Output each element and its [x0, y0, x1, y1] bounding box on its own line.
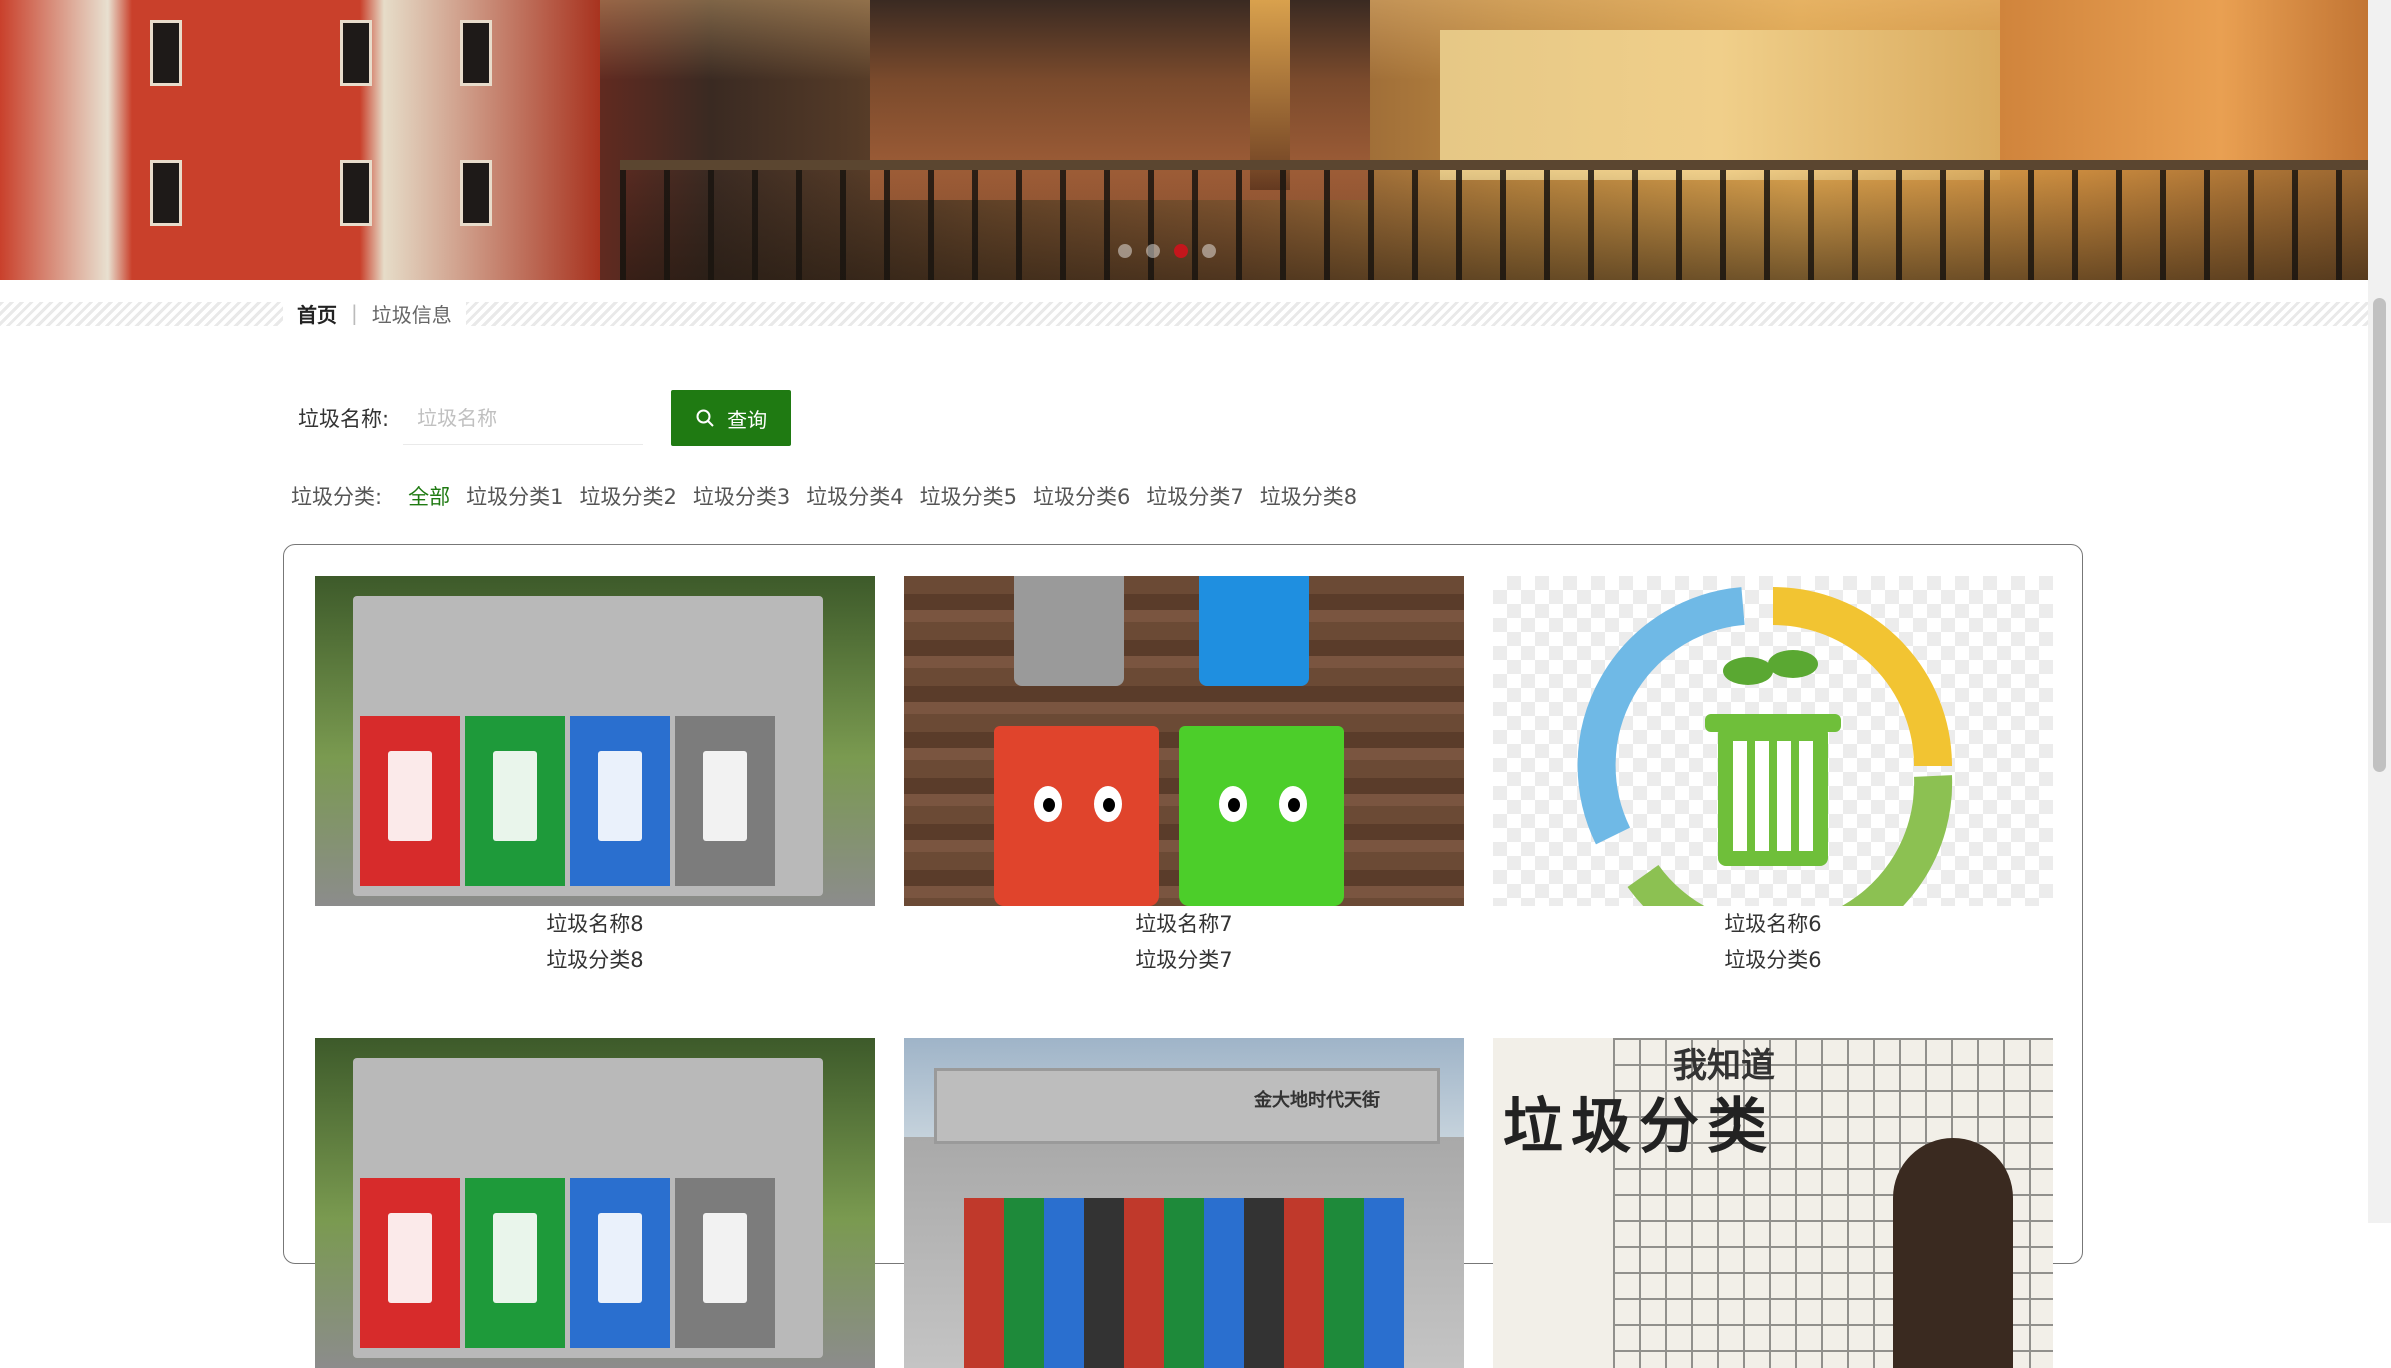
item-image — [904, 576, 1464, 906]
gray-bin — [1014, 576, 1124, 686]
item-category: 垃圾分类7 — [1135, 948, 1233, 972]
item-card[interactable] — [315, 1038, 875, 1368]
item-card[interactable]: 垃圾分类 我知道 — [1493, 1038, 2053, 1368]
category-filter-label: 垃圾分类: — [291, 485, 383, 509]
item-card[interactable]: 垃圾名称6 垃圾分类6 — [1493, 576, 2053, 978]
category-1[interactable]: 垃圾分类1 — [466, 481, 563, 511]
item-card[interactable]: 金大地时代天街 — [904, 1038, 1464, 1368]
gray-bin — [675, 716, 775, 886]
blue-bin — [570, 716, 670, 886]
hero-banner — [0, 0, 2368, 280]
carousel-dot[interactable] — [1146, 244, 1160, 258]
red-bin — [994, 726, 1159, 906]
red-bin — [360, 716, 460, 886]
breadcrumb: 首页 | 垃圾信息 — [283, 293, 466, 333]
banner-window — [340, 160, 372, 226]
search-button[interactable]: 查询 — [671, 390, 792, 446]
carousel-dot[interactable] — [1118, 244, 1132, 258]
item-card[interactable]: 垃圾名称8 垃圾分类8 — [315, 576, 875, 978]
red-bin — [360, 1178, 460, 1348]
item-name: 垃圾名称8 — [546, 912, 644, 936]
carousel-dots — [1118, 244, 1216, 258]
search-icon — [695, 408, 715, 428]
board-title: 垃圾分类 — [1503, 1092, 1775, 1162]
banner-building-far-right — [2000, 0, 2368, 170]
banner-building-left — [0, 0, 600, 280]
item-image — [1493, 576, 2053, 906]
category-5[interactable]: 垃圾分类5 — [920, 481, 1017, 511]
search-button-label: 查询 — [727, 407, 768, 432]
blue-bin — [570, 1178, 670, 1348]
item-image — [315, 1038, 875, 1368]
banner-window — [340, 20, 372, 86]
banner-window — [460, 20, 492, 86]
search-input[interactable] — [403, 391, 644, 445]
banner-bridge-railing — [620, 160, 2368, 280]
green-bin — [465, 716, 565, 886]
breadcrumb-current: 垃圾信息 — [371, 302, 452, 327]
breadcrumb-separator: | — [351, 301, 358, 325]
category-all[interactable]: 全部 — [408, 481, 450, 511]
banner-building-right — [1440, 30, 2000, 180]
item-grid: 垃圾名称8 垃圾分类8 垃圾名称7 垃圾分类7 垃圾名称6 垃圾分类6 金大地时… — [283, 544, 2083, 1368]
breadcrumb-home-link[interactable]: 首页 — [297, 299, 337, 328]
item-image: 金大地时代天街 — [904, 1038, 1464, 1368]
category-6[interactable]: 垃圾分类6 — [1033, 481, 1130, 511]
page-scrollbar[interactable] — [2368, 0, 2391, 1223]
recycle-bin-icon — [1577, 587, 1953, 906]
item-image: 垃圾分类 我知道 — [1493, 1038, 2053, 1368]
category-7[interactable]: 垃圾分类7 — [1146, 481, 1243, 511]
search-row: 垃圾名称: 查询 — [298, 390, 792, 446]
item-category: 垃圾分类8 — [546, 948, 644, 972]
green-bin — [1179, 726, 1344, 906]
category-4[interactable]: 垃圾分类4 — [806, 481, 903, 511]
scrollbar-thumb[interactable] — [2373, 298, 2386, 772]
item-image — [315, 576, 875, 906]
station-bins — [964, 1198, 1404, 1368]
banner-window — [460, 160, 492, 226]
person-silhouette — [1893, 1138, 2013, 1368]
item-name: 垃圾名称7 — [1135, 912, 1233, 936]
item-name: 垃圾名称6 — [1724, 912, 1822, 936]
search-label: 垃圾名称: — [298, 407, 390, 431]
carousel-dot[interactable] — [1202, 244, 1216, 258]
blue-bin — [1199, 576, 1309, 686]
carousel-dot-active[interactable] — [1174, 244, 1188, 258]
item-card[interactable]: 垃圾名称7 垃圾分类7 — [904, 576, 1464, 978]
station-sign: 金大地时代天街 — [1254, 1090, 1380, 1111]
category-filter: 垃圾分类: 全部 垃圾分类1 垃圾分类2 垃圾分类3 垃圾分类4 垃圾分类5 垃… — [291, 481, 1373, 511]
banner-window — [150, 160, 182, 226]
board-subtitle: 我知道 — [1673, 1046, 1775, 1086]
banner-window — [150, 20, 182, 86]
item-category: 垃圾分类6 — [1724, 948, 1822, 972]
category-3[interactable]: 垃圾分类3 — [693, 481, 790, 511]
category-2[interactable]: 垃圾分类2 — [579, 481, 676, 511]
green-bin — [465, 1178, 565, 1348]
gray-bin — [675, 1178, 775, 1348]
category-8[interactable]: 垃圾分类8 — [1260, 481, 1357, 511]
